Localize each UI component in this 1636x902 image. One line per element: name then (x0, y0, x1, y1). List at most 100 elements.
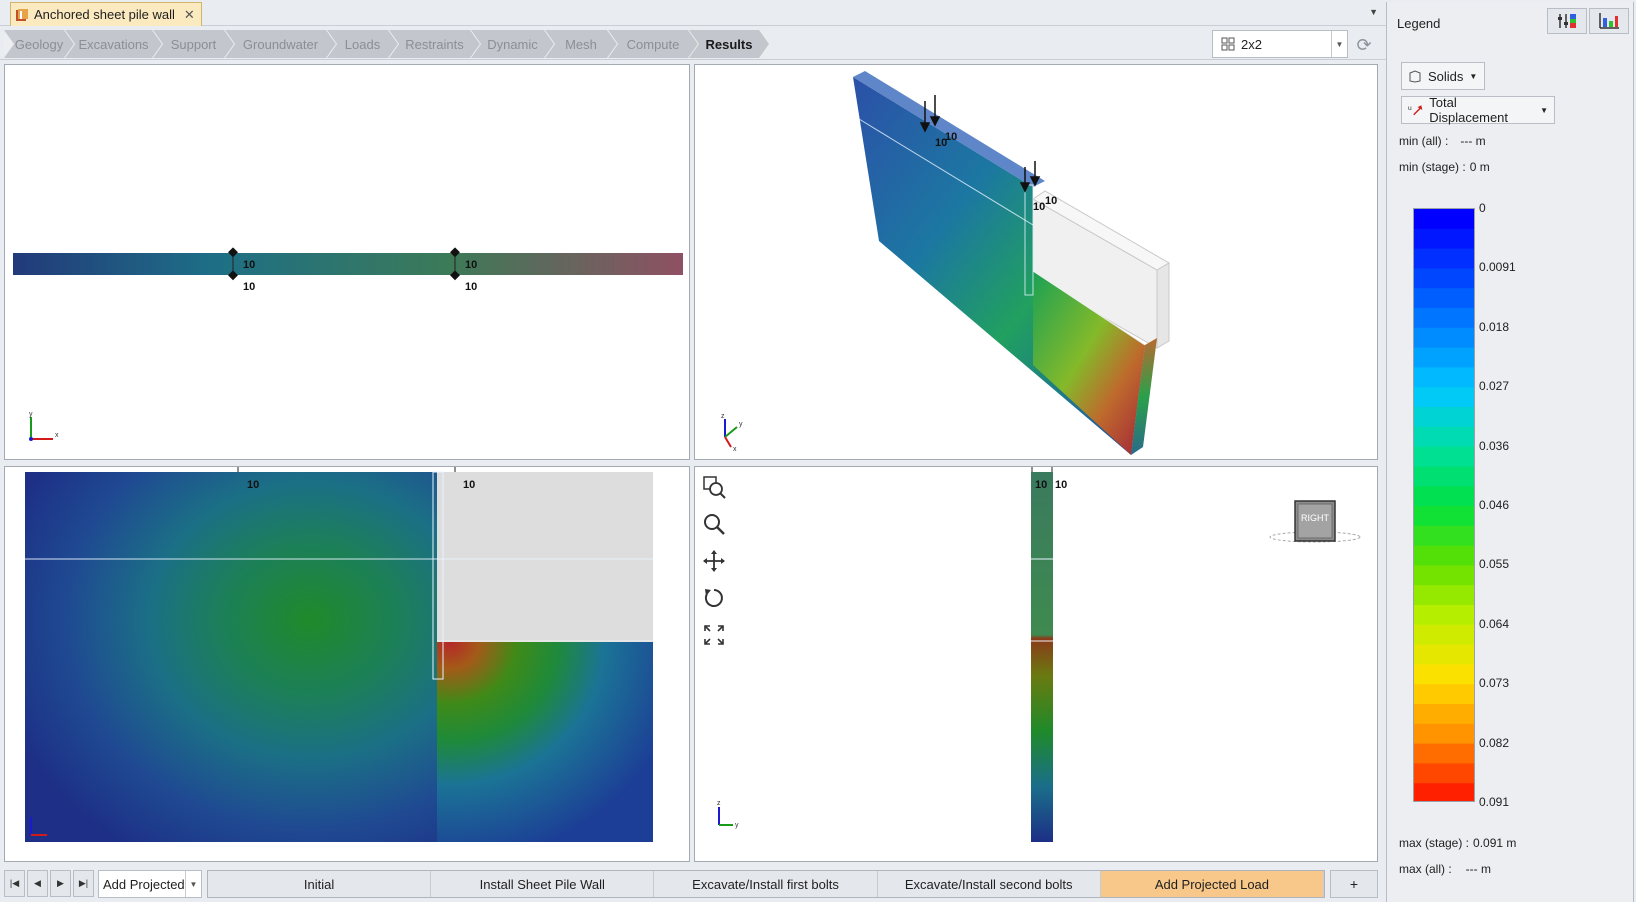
legend-tick-label: 0.082 (1479, 735, 1510, 750)
colorbar-step (1414, 664, 1474, 685)
svg-text:x: x (733, 446, 737, 453)
max-stage-stat: max (stage) : 0.091 m (1399, 836, 1516, 850)
chevron-down-icon[interactable]: ▼ (1331, 31, 1347, 57)
colorbar-step (1414, 387, 1474, 408)
chevron-down-icon[interactable]: ▼ (1369, 7, 1378, 17)
front-view-scene (25, 467, 653, 842)
workflow-step-geology[interactable]: Geology (4, 30, 74, 58)
add-stage-button[interactable]: + (1330, 870, 1378, 898)
fit-extents-icon[interactable] (701, 623, 727, 647)
legend-tick-label: 0.027 (1479, 379, 1510, 394)
zoom-icon[interactable] (701, 512, 727, 536)
viewport-3d[interactable]: 10 10 10 10 zyx (694, 64, 1378, 460)
chevron-down-icon: ▼ (1540, 105, 1548, 115)
colorbar-step (1414, 525, 1474, 547)
svg-text:z: z (717, 800, 721, 807)
max-all-label: max (all) : (1399, 862, 1452, 876)
next-stage-button[interactable]: ▶ (50, 870, 71, 897)
stage-tab-add-projected-load[interactable]: Add Projected Load (1100, 871, 1325, 897)
svg-text:y: y (739, 421, 743, 428)
first-stage-button[interactable]: |◀ (4, 870, 25, 897)
colorbar-step (1414, 565, 1474, 586)
workflow-step-dynamic[interactable]: Dynamic (471, 30, 554, 58)
rotate-icon[interactable] (701, 586, 727, 610)
pan-icon[interactable] (701, 549, 727, 573)
stage-bar: |◀ ◀ ▶ ▶| Add Projected ▼ Initial Instal… (0, 866, 1386, 902)
chevron-down-icon[interactable]: ▼ (185, 871, 201, 897)
document-tab[interactable]: Anchored sheet pile wall ✕ (10, 2, 202, 26)
refresh-icon[interactable]: ⟳ (1353, 34, 1375, 56)
workflow-step-results[interactable]: Results (689, 30, 769, 58)
legend-settings-icon[interactable] (1547, 8, 1587, 34)
layout-select[interactable]: 2x2 ▼ (1212, 30, 1348, 58)
stage-tab-initial[interactable]: Initial (208, 871, 432, 897)
load-label: 10 (465, 281, 478, 293)
colorbar-step (1414, 684, 1474, 705)
axis-triad-icon: yx (29, 411, 59, 441)
viewport-side[interactable]: 10 10 RIGHT zy (694, 466, 1378, 862)
colorbar-step (1414, 288, 1474, 309)
min-all-stat: min (all) : --- m (1399, 134, 1486, 148)
legend-tick-label: 0.018 (1479, 319, 1510, 334)
legend-tick-label: 0.0091 (1479, 260, 1516, 275)
svg-text:z: z (721, 413, 725, 420)
stage-tabs: Initial Install Sheet Pile Wall Excavate… (207, 870, 1325, 898)
colorbar-step (1414, 347, 1474, 368)
svg-text:y: y (735, 822, 739, 829)
stage-tab-install-sheet-pile-wall[interactable]: Install Sheet Pile Wall (431, 871, 655, 897)
colorbar-step (1414, 723, 1474, 745)
document-tab-bar: Anchored sheet pile wall ✕ ▼ (0, 0, 1386, 26)
axis-triad-icon: z y x (721, 413, 743, 453)
plan-view-scene (13, 247, 683, 281)
colorbar-step (1414, 545, 1474, 566)
view-cube-label: RIGHT (1301, 513, 1329, 523)
3d-view-scene (853, 71, 1170, 455)
max-stage-value: 0.091 m (1473, 836, 1517, 850)
colorbar-step (1414, 327, 1474, 349)
workflow-step-support[interactable]: Support (153, 30, 234, 58)
load-label: 10 (1055, 479, 1068, 491)
chart-icon[interactable] (1589, 8, 1629, 34)
min-all-value: --- m (1460, 134, 1486, 148)
stage-select[interactable]: Add Projected ▼ (98, 870, 202, 898)
min-stage-label: min (stage) : (1399, 160, 1466, 174)
viewport-plan[interactable]: 10 10 10 10 yx (4, 64, 690, 460)
legend-title: Legend (1397, 16, 1441, 31)
colorbar-step (1414, 783, 1474, 801)
result-type-value: Total Displacement (1429, 95, 1509, 125)
legend-tick-label: 0.046 (1479, 498, 1510, 512)
load-label: 10 (465, 259, 478, 271)
viewport-front[interactable]: 10 10 (4, 466, 690, 862)
close-icon[interactable]: ✕ (184, 7, 195, 23)
last-stage-button[interactable]: ▶| (73, 870, 94, 897)
workflow-step-excavations[interactable]: Excavations (65, 30, 162, 58)
legend-tick-label: 0.064 (1479, 616, 1510, 631)
workflow-step-compute[interactable]: Compute (608, 30, 698, 58)
colorbar-step (1414, 743, 1474, 764)
colorbar-step (1414, 704, 1474, 725)
colorbar-step (1414, 268, 1474, 289)
workflow-step-mesh[interactable]: Mesh (545, 30, 617, 58)
body-type-dropdown[interactable]: Solids ▼ (1401, 62, 1485, 90)
colorbar-step (1414, 605, 1474, 626)
legend-panel: Legend Solids ▼ u Total Displacement ▼ m… (1386, 2, 1634, 902)
colorbar-step (1414, 308, 1474, 329)
stage-tab-second-bolts[interactable]: Excavate/Install second bolts (877, 871, 1101, 897)
workflow-step-loads[interactable]: Loads (327, 30, 398, 58)
colorbar-step (1414, 486, 1474, 507)
result-type-dropdown[interactable]: u Total Displacement ▼ (1401, 95, 1555, 125)
view-cube[interactable]: RIGHT (1267, 497, 1363, 551)
legend-tick-label: 0 (1479, 201, 1486, 215)
legend-tick-label: 0.091 (1479, 795, 1510, 809)
workflow-step-groundwater[interactable]: Groundwater (225, 30, 336, 58)
max-stage-label: max (stage) : (1399, 836, 1470, 850)
colorbar-step (1414, 506, 1474, 527)
axis-triad-icon: zy (717, 800, 739, 829)
load-label: 10 (247, 479, 260, 491)
zoom-box-icon[interactable] (701, 475, 727, 499)
legend-tick-label: 0.055 (1479, 557, 1510, 572)
chevron-down-icon: ▼ (1469, 71, 1478, 81)
workflow-step-restraints[interactable]: Restraints (389, 30, 480, 58)
stage-tab-first-bolts[interactable]: Excavate/Install first bolts (654, 871, 878, 897)
previous-stage-button[interactable]: ◀ (27, 870, 48, 897)
